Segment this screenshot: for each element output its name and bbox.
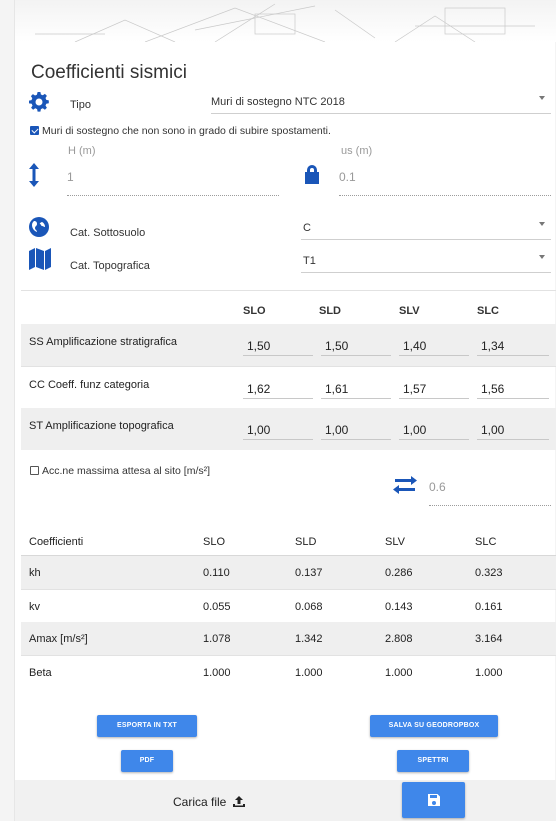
coeff-cell: 0.068: [295, 601, 323, 613]
main-card: Coefficienti sismici Tipo Muri di sosteg…: [14, 0, 556, 821]
vertical-arrows-icon: [29, 163, 39, 192]
coeff-row-amax: Amax [m/s²] 1.078 1.342 2.808 3.164: [21, 622, 556, 655]
st-sld-input[interactable]: 1,00: [321, 418, 391, 440]
coeff-cell: 1.342: [295, 633, 323, 645]
grid-row-st: ST Amplificazione topografica 1,00 1,00 …: [21, 408, 556, 450]
export-txt-button[interactable]: ESPORTA IN TXT: [97, 715, 197, 737]
sottosuolo-select[interactable]: C: [301, 218, 551, 240]
us-input-value: 0.1: [339, 170, 356, 184]
tipo-label: Tipo: [70, 99, 91, 111]
acc-checkbox[interactable]: [30, 466, 39, 475]
grid-header-slv: SLV: [399, 305, 420, 317]
us-label: us (m): [341, 145, 373, 157]
coeff-row-kh: kh 0.110 0.137 0.286 0.323: [21, 556, 556, 589]
coeff-row-label: kh: [29, 567, 41, 579]
ss-slc-input[interactable]: 1,34: [477, 334, 549, 356]
h-input[interactable]: 1: [67, 166, 279, 196]
coeff-cell: 0.055: [203, 601, 231, 613]
spostamenti-checkbox[interactable]: [30, 126, 39, 135]
cc-slo-input[interactable]: 1,62: [243, 377, 313, 399]
floppy-disk-icon: [427, 794, 440, 806]
grid-row-label: SS Amplificazione stratigrafica: [29, 336, 177, 348]
grid-header-slc: SLC: [477, 305, 499, 317]
h-label: H (m): [68, 145, 96, 157]
chevron-down-icon: [539, 255, 545, 259]
coeff-cell: 0.286: [385, 567, 413, 579]
upload-icon: [232, 796, 245, 807]
carica-file-button[interactable]: Carica file: [173, 795, 245, 809]
coeff-cell: 3.164: [475, 633, 503, 645]
tipo-select-value: Muri di sostegno NTC 2018: [211, 96, 345, 108]
ss-sld-input[interactable]: 1,50: [321, 334, 391, 356]
coeff-row-beta: Beta 1.000 1.000 1.000 1.000: [21, 655, 556, 688]
coeff-header: SLO: [203, 536, 226, 548]
coeff-row-label: kv: [29, 601, 40, 613]
acc-checkbox-label: Acc.ne massima attesa al sito [m/s²]: [42, 465, 211, 477]
coeff-header: SLV: [385, 536, 405, 548]
grid-header-sld: SLD: [319, 305, 341, 317]
chevron-down-icon: [539, 222, 545, 226]
coeff-cell: 1.000: [385, 667, 413, 679]
topografica-label: Cat. Topografica: [70, 260, 150, 272]
cc-sld-input[interactable]: 1,61: [321, 377, 391, 399]
pdf-button[interactable]: PDF: [121, 750, 173, 772]
coeff-cell: 0.137: [295, 567, 323, 579]
page-title: Coefficienti sismici: [31, 62, 187, 83]
acc-input[interactable]: 0.6: [429, 476, 551, 506]
topografica-select-value: T1: [303, 255, 316, 267]
coeff-cell: 0.143: [385, 601, 413, 613]
coeff-cell: 0.323: [475, 567, 503, 579]
save-geodropbox-button[interactable]: SALVA SU GEODROPBOX: [370, 715, 498, 737]
save-button[interactable]: [402, 782, 465, 818]
grid-header-row: SLO SLD SLV SLC: [21, 290, 556, 324]
spostamenti-checkbox-row[interactable]: Muri di sostegno che non sono in grado d…: [30, 125, 331, 137]
grid-row-ss: SS Amplificazione stratigrafica 1,50 1,5…: [21, 324, 556, 366]
coeff-cell: 2.808: [385, 633, 413, 645]
h-input-value: 1: [67, 170, 74, 184]
coeff-header: Coefficienti: [29, 536, 84, 548]
coeff-cell: 0.161: [475, 601, 503, 613]
spostamenti-checkbox-label: Muri di sostegno che non sono in grado d…: [42, 125, 331, 137]
topografica-select[interactable]: T1: [301, 251, 551, 273]
lock-icon: [303, 164, 321, 189]
acc-checkbox-row[interactable]: Acc.ne massima attesa al sito [m/s²]: [30, 465, 210, 477]
st-slc-input[interactable]: 1,00: [477, 418, 549, 440]
chevron-down-icon: [539, 96, 545, 100]
grid-row-cc: CC Coeff. funz categoria 1,62 1,61 1,57 …: [21, 366, 556, 408]
coeff-header: SLC: [475, 536, 497, 548]
grid-row-label: CC Coeff. funz categoria: [29, 379, 150, 391]
st-slv-input[interactable]: 1,00: [399, 418, 469, 440]
coeff-row-label: Beta: [29, 667, 52, 679]
coeff-cell: 1.000: [295, 667, 323, 679]
swap-arrows-icon: [393, 476, 417, 499]
coeff-header-row: Coefficienti SLO SLD SLV SLC: [21, 526, 556, 556]
gear-icon: [29, 92, 49, 117]
grid-row-label: ST Amplificazione topografica: [29, 420, 174, 432]
ss-slo-input[interactable]: 1,50: [243, 334, 313, 356]
globe-icon: [29, 217, 49, 242]
us-input[interactable]: 0.1: [339, 166, 551, 196]
map-icon: [29, 248, 51, 275]
carica-file-label: Carica file: [173, 795, 227, 809]
spettri-button[interactable]: SPETTRI: [397, 750, 469, 772]
coeff-cell: 1.000: [475, 667, 503, 679]
footer-bar: [15, 780, 556, 821]
coeff-row-label: Amax [m/s²]: [29, 633, 88, 645]
cc-slc-input[interactable]: 1,56: [477, 377, 549, 399]
coeff-header: SLD: [295, 536, 317, 548]
coeff-cell: 1.000: [203, 667, 231, 679]
sottosuolo-label: Cat. Sottosuolo: [70, 227, 146, 239]
coeff-cell: 1.078: [203, 633, 231, 645]
st-slo-input[interactable]: 1,00: [243, 418, 313, 440]
grid-header-slo: SLO: [243, 305, 266, 317]
ss-slv-input[interactable]: 1,40: [399, 334, 469, 356]
acc-input-value: 0.6: [429, 480, 446, 494]
header-banner-image: [15, 0, 556, 42]
sottosuolo-select-value: C: [303, 222, 311, 234]
coeff-row-kv: kv 0.055 0.068 0.143 0.161: [21, 589, 556, 622]
tipo-select[interactable]: Muri di sostegno NTC 2018: [211, 92, 551, 114]
coeff-cell: 0.110: [203, 567, 230, 579]
cc-slv-input[interactable]: 1,57: [399, 377, 469, 399]
